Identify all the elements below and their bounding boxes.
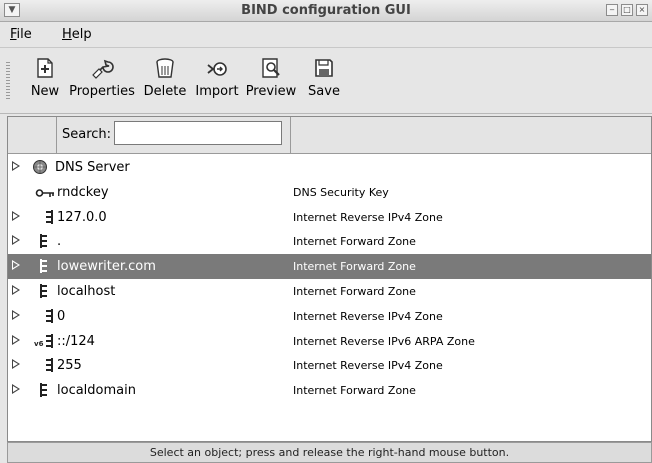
tree-row[interactable]: 255 Internet Reverse IPv4 Zone bbox=[8, 353, 651, 378]
preview-icon bbox=[262, 58, 280, 78]
tree-view[interactable]: Search: DNS Server rndckey DNS Security Ke… bbox=[7, 116, 652, 442]
save-button[interactable]: Save bbox=[304, 56, 344, 99]
floppy-icon bbox=[315, 59, 333, 77]
tree-row[interactable]: DNS Server bbox=[8, 155, 651, 180]
toolbar: New Properties Delete Import Preview Sav… bbox=[0, 48, 652, 114]
preview-label: Preview bbox=[245, 84, 297, 99]
expander-arrow-icon[interactable] bbox=[12, 384, 20, 395]
server-icon bbox=[32, 159, 48, 179]
tree-row[interactable]: rndckey DNS Security Key bbox=[8, 180, 651, 205]
expander-arrow-icon[interactable] bbox=[12, 161, 20, 171]
menu-file[interactable]: File bbox=[10, 27, 32, 42]
expander-arrow-icon[interactable] bbox=[12, 334, 20, 345]
status-bar: Select an object; press and release the … bbox=[7, 442, 652, 463]
row-type: Internet Forward Zone bbox=[293, 235, 416, 249]
title-bar[interactable]: ▼ BIND configuration GUI ‒ □ × bbox=[0, 0, 652, 22]
row-type: Internet Forward Zone bbox=[293, 285, 416, 298]
row-name: localhost bbox=[57, 284, 116, 299]
import-label: Import bbox=[195, 84, 239, 99]
tree-row[interactable]: localdomain Internet Forward Zone bbox=[8, 378, 651, 403]
row-type: Internet Reverse IPv6 ARPA Zone bbox=[293, 334, 475, 348]
expander-arrow-icon[interactable] bbox=[12, 285, 20, 295]
reverse-v6-zone-icon: v6 bbox=[34, 333, 54, 353]
minimize-button[interactable]: ‒ bbox=[606, 4, 618, 16]
row-name: DNS Server bbox=[55, 160, 130, 175]
row-type: Internet Forward Zone bbox=[293, 260, 416, 274]
expander-arrow-icon[interactable] bbox=[12, 210, 20, 221]
row-name: 255 bbox=[57, 358, 82, 374]
properties-label: Properties bbox=[69, 84, 135, 99]
tree-row[interactable]: . Internet Forward Zone bbox=[8, 229, 651, 254]
forward-zone-icon bbox=[39, 283, 49, 303]
delete-label: Delete bbox=[143, 84, 187, 99]
reverse-zone-icon bbox=[44, 209, 54, 229]
expander-arrow-icon[interactable] bbox=[12, 309, 20, 320]
forward-zone-icon bbox=[39, 233, 49, 253]
save-label: Save bbox=[308, 84, 340, 99]
tree-row[interactable]: lowewriter.com Internet Forward Zone bbox=[8, 254, 651, 280]
row-name: ::/124 bbox=[57, 333, 95, 349]
wrench-icon bbox=[92, 59, 114, 79]
row-name: 127.0.0 bbox=[57, 209, 107, 225]
header-icon-column[interactable] bbox=[8, 117, 57, 153]
preview-button[interactable]: Preview bbox=[245, 56, 297, 99]
search-input[interactable] bbox=[114, 121, 282, 145]
header-name-column: Search: bbox=[57, 117, 291, 153]
search-label: Search: bbox=[62, 127, 112, 142]
close-button[interactable]: × bbox=[636, 4, 648, 16]
new-icon bbox=[37, 58, 53, 78]
row-name: localdomain bbox=[57, 383, 136, 399]
key-icon bbox=[35, 187, 55, 203]
row-name: . bbox=[57, 234, 62, 250]
maximize-button[interactable]: □ bbox=[621, 4, 633, 16]
expander-arrow-icon[interactable] bbox=[12, 359, 20, 370]
tree-row[interactable]: v6::/124 Internet Reverse IPv6 ARPA Zone bbox=[8, 329, 651, 354]
forward-zone-icon bbox=[39, 382, 49, 402]
row-type: Internet Reverse IPv4 Zone bbox=[293, 359, 443, 373]
row-type: Internet Reverse IPv4 Zone bbox=[293, 309, 443, 323]
properties-button[interactable]: Properties bbox=[68, 56, 136, 99]
svg-text:v6: v6 bbox=[34, 340, 44, 348]
new-button[interactable]: New bbox=[28, 56, 62, 99]
row-name: 0 bbox=[57, 308, 66, 324]
toolbar-grip[interactable] bbox=[6, 62, 10, 100]
tree-row[interactable]: 127.0.0 Internet Reverse IPv4 Zone bbox=[8, 205, 651, 230]
forward-zone-icon bbox=[39, 258, 49, 278]
trash-icon bbox=[156, 58, 174, 78]
row-name: lowewriter.com bbox=[57, 259, 156, 275]
tree-row[interactable]: localhost Internet Forward Zone bbox=[8, 279, 651, 304]
new-label: New bbox=[30, 84, 60, 99]
reverse-zone-icon bbox=[44, 308, 54, 328]
tree-row[interactable]: 0 Internet Reverse IPv4 Zone bbox=[8, 304, 651, 329]
menu-help[interactable]: Help bbox=[62, 27, 92, 42]
row-name: rndckey bbox=[57, 184, 109, 200]
row-type: Internet Forward Zone bbox=[293, 384, 416, 398]
column-header: Search: bbox=[8, 117, 651, 154]
import-button[interactable]: Import bbox=[194, 56, 240, 99]
import-icon bbox=[207, 62, 227, 76]
expander-arrow-icon[interactable] bbox=[12, 235, 20, 246]
reverse-zone-icon bbox=[44, 357, 54, 377]
window-title: BIND configuration GUI bbox=[241, 3, 411, 18]
row-type: Internet Reverse IPv4 Zone bbox=[293, 210, 443, 224]
menu-bar: File Help bbox=[0, 22, 652, 48]
row-type: DNS Security Key bbox=[293, 185, 389, 199]
expander-arrow-icon[interactable] bbox=[12, 260, 20, 271]
delete-button[interactable]: Delete bbox=[141, 56, 189, 99]
